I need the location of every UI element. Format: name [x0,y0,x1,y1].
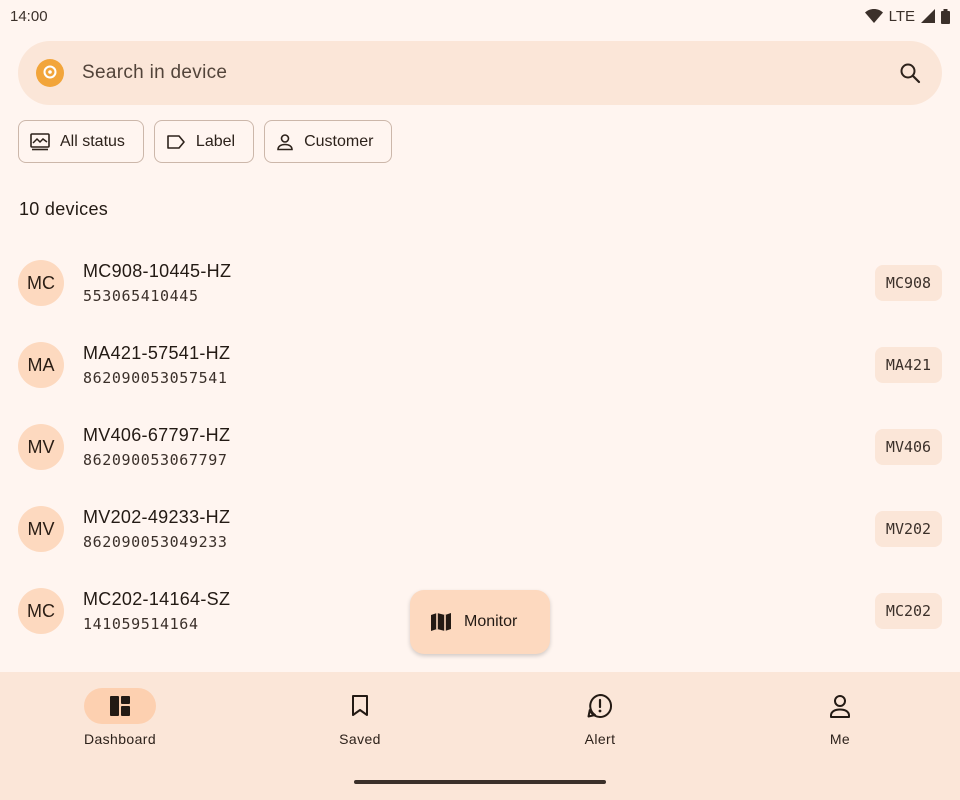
filter-chip-label-filter[interactable]: Label [153,120,255,163]
device-avatar: MA [18,342,64,388]
device-model-tag: MA421 [875,347,942,383]
map-icon [431,613,451,631]
device-name: MA421-57541-HZ [83,343,231,363]
nav-indicator [324,688,396,724]
nav-label: Saved [339,731,381,747]
monitor-chart-icon [30,132,50,150]
nav-item-alert[interactable]: Alert [520,688,680,748]
device-model-tag: MC908 [875,265,942,301]
device-serial: 862090053049233 [83,533,228,551]
search-bar[interactable]: Search in device [18,41,942,105]
person-icon [277,133,293,150]
device-avatar: MV [18,506,64,552]
nav-label: Dashboard [83,731,157,747]
monitor-fab-button[interactable]: Monitor [410,590,550,654]
nav-label: Alert [584,731,616,747]
filter-chip-label: Customer [304,132,374,150]
status-bar: 14:00 LTE [0,0,960,32]
device-row[interactable]: MV MV202-49233-HZ 862090053049233 MV202 [0,488,960,570]
nav-label: Me [829,731,851,747]
nav-item-me[interactable]: Me [760,688,920,748]
filter-chip-customer[interactable]: Customer [264,120,393,163]
device-row[interactable]: MC MC908-10445-HZ 553065410445 MC908 [0,242,960,324]
filter-chip-label: Label [195,132,236,150]
status-time: 14:00 [10,7,48,25]
nav-indicator [84,688,156,724]
device-model-tag: MV202 [875,511,942,547]
filter-chip-label: All status [60,132,125,150]
device-name: MV202-49233-HZ [83,507,231,527]
label-tag-icon [167,134,185,149]
device-serial: 862090053057541 [83,369,228,387]
device-name: MC202-14164-SZ [83,589,231,609]
device-name: MC908-10445-HZ [83,261,232,281]
nav-item-saved[interactable]: Saved [280,688,440,748]
filter-chips: All status Label Customer [18,120,393,163]
fab-label: Monitor [464,613,518,630]
filter-chip-status[interactable]: All status [18,120,144,163]
device-serial: 553065410445 [83,287,199,305]
device-row[interactable]: MA MA421-57541-HZ 862090053057541 MA421 [0,324,960,406]
signal-icon [921,9,935,23]
device-serial: 141059514164 [83,615,199,633]
device-avatar: MV [18,424,64,470]
device-model-tag: MC202 [875,593,942,629]
nav-indicator [804,688,876,724]
nav-indicator [564,688,636,724]
device-avatar: MC [18,260,64,306]
bookmark-icon [352,695,368,716]
app-logo-icon [36,59,64,87]
device-avatar: MC [18,588,64,634]
device-row[interactable]: MV MV406-67797-HZ 862090053067797 MV406 [0,406,960,488]
alert-icon [587,693,612,718]
home-indicator-handle[interactable] [354,780,606,784]
status-icons: LTE [864,7,950,25]
device-model-tag: MV406 [875,429,942,465]
bottom-navigation: Dashboard Saved Alert Me [0,672,960,800]
search-input[interactable]: Search in device [82,62,896,84]
device-count: 10 devices [19,199,109,219]
nav-item-dashboard[interactable]: Dashboard [40,688,200,748]
search-icon[interactable] [896,59,924,87]
device-serial: 862090053067797 [83,451,228,469]
device-name: MV406-67797-HZ [83,425,231,445]
person-icon [830,695,850,718]
network-label: LTE [888,7,915,25]
battery-icon [941,8,950,24]
wifi-icon [864,9,883,23]
dashboard-icon [110,696,130,716]
